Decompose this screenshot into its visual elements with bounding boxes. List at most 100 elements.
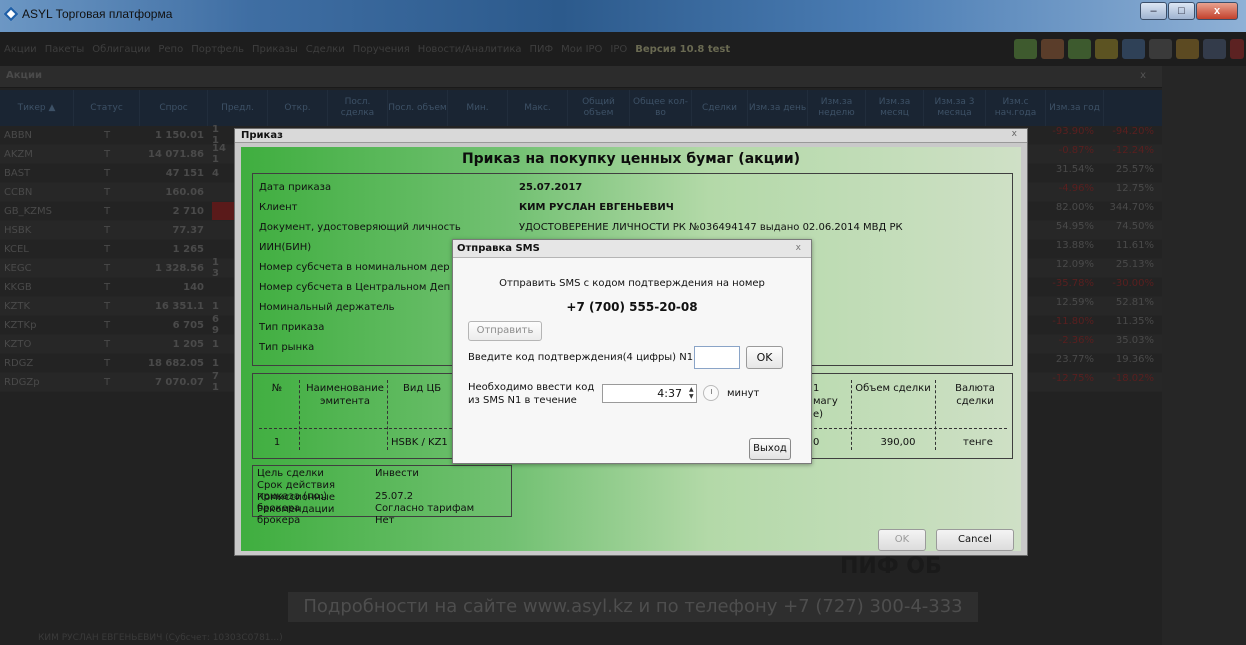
order-field-value: КИМ РУСЛАН ЕВГЕНЬЕВИЧ xyxy=(519,202,674,213)
exit-button[interactable]: Выход xyxy=(749,438,791,460)
bid-cell: 1 150.01 xyxy=(154,129,204,141)
change-year-cell: -94.20% xyxy=(1112,126,1154,137)
column-header[interactable]: Общее кол-во xyxy=(630,90,692,126)
ticker-cell: HSBK xyxy=(4,224,32,236)
column-header[interactable]: Посл. объем xyxy=(388,90,448,126)
tools-icon[interactable] xyxy=(1149,39,1172,59)
order-dialog-title: Приказ xyxy=(241,130,283,141)
grid-divider xyxy=(299,380,300,450)
help-icon[interactable] xyxy=(1203,39,1226,59)
column-header[interactable]: Предл. xyxy=(208,90,268,126)
menu-item[interactable]: Репо xyxy=(158,44,183,55)
ticker-cell: KKGB xyxy=(4,281,32,293)
menu-item[interactable]: Портфель xyxy=(191,44,244,55)
ask-cell xyxy=(208,240,232,258)
change-year-cell: 11.61% xyxy=(1115,240,1154,251)
status-cell: T xyxy=(103,224,111,236)
minimize-button[interactable]: – xyxy=(1140,2,1167,20)
right-panel xyxy=(1162,66,1246,645)
grid-divider xyxy=(935,380,936,450)
lock-icon[interactable] xyxy=(1176,39,1199,59)
menu-item[interactable]: Новости/Аналитика xyxy=(418,44,522,55)
column-header[interactable]: Откр. xyxy=(268,90,328,126)
order-extra-box: Цель сделки Инвести Срок действия приказа … xyxy=(252,465,512,526)
column-header[interactable]: Посл. сделка xyxy=(328,90,388,126)
column-header[interactable]: Мин. xyxy=(448,90,508,126)
timer-field[interactable]: 4:37 xyxy=(602,384,697,403)
column-header[interactable]: Спрос xyxy=(140,90,208,126)
grid-header-volume: Объем сделки xyxy=(855,383,931,394)
menu-item[interactable]: IPO xyxy=(610,44,627,55)
ticker-cell: KZTK xyxy=(4,300,31,312)
section-close-icon[interactable]: x xyxy=(1140,70,1146,81)
change-year-cell: 52.81% xyxy=(1115,297,1154,308)
sms-dialog: Отправка SMS x Отправить SMS с кодом под… xyxy=(452,239,812,464)
ask-cell: 14 1 xyxy=(212,143,226,165)
column-header[interactable]: Изм.за неделю xyxy=(808,90,866,126)
menu-item[interactable]: Мои IPO xyxy=(561,44,602,55)
send-sms-button[interactable]: Отправить xyxy=(468,321,542,341)
column-header[interactable]: Изм.за день xyxy=(748,90,808,126)
menu-item[interactable]: Пакеты xyxy=(45,44,85,55)
status-cell: T xyxy=(103,300,111,312)
order-field-label: Клиент xyxy=(259,202,298,213)
table-header: Тикер ▲ Статус Спрос Предл. Откр. Посл. сделк… xyxy=(0,90,1162,126)
order-extra-label: Цель сделки xyxy=(257,468,324,479)
order-ok-button[interactable]: OK xyxy=(878,529,926,551)
report-icon[interactable] xyxy=(1041,39,1064,59)
change-year-cell: -18.02% xyxy=(1112,373,1154,384)
column-header[interactable]: Тикер ▲ xyxy=(0,90,74,126)
ask-cell: 7 1 xyxy=(212,371,219,393)
column-header[interactable]: Макс. xyxy=(508,90,568,126)
column-header[interactable]: Изм.за 3 месяца xyxy=(924,90,986,126)
order-cancel-button[interactable]: Cancel xyxy=(936,529,1014,551)
ticker-cell: RDGZp xyxy=(4,376,40,388)
change-ytd-cell: -2.36% xyxy=(1058,335,1094,346)
timer-label-line-2: из SMS N1 в течение xyxy=(468,395,577,406)
status-cell: T xyxy=(103,148,111,160)
column-header[interactable]: Статус xyxy=(74,90,140,126)
refresh-icon[interactable] xyxy=(1068,39,1091,59)
confirmation-code-input[interactable] xyxy=(694,346,740,369)
menu-item[interactable]: Акции xyxy=(4,44,37,55)
grid-header-issuer: Наименование эмитента xyxy=(306,383,384,407)
menu-item[interactable]: Приказы xyxy=(252,44,298,55)
grid-cell-currency: тенге xyxy=(963,437,993,448)
ticker-cell: KZTO xyxy=(4,338,32,350)
power-icon[interactable] xyxy=(1230,39,1244,59)
column-header[interactable]: Сделки xyxy=(692,90,748,126)
toolbar xyxy=(1014,39,1244,59)
ticker-cell: KEGC xyxy=(4,262,32,274)
window-controls: – □ x xyxy=(1140,2,1238,20)
ticker-cell: GB_KZMS xyxy=(4,205,52,217)
timer-spinner-icon[interactable]: ▲ ▼ xyxy=(689,386,694,400)
column-header[interactable]: Изм.за год xyxy=(1046,90,1104,126)
order-close-icon[interactable]: x xyxy=(1012,129,1017,139)
column-header[interactable]: Общий объем xyxy=(568,90,630,126)
window-layout-icon[interactable] xyxy=(1122,39,1145,59)
menu-item[interactable]: ПИФ xyxy=(530,44,554,55)
grid-cell-volume: 390,00 xyxy=(880,437,916,448)
change-year-cell: -30.00% xyxy=(1112,278,1154,289)
sms-close-icon[interactable]: x xyxy=(796,243,801,253)
order-field-label: Дата приказа xyxy=(259,182,332,193)
column-header[interactable]: Изм.с нач.года xyxy=(986,90,1046,126)
order-field-value: 25.07.2017 xyxy=(519,182,583,193)
folder-icon[interactable] xyxy=(1095,39,1118,59)
chart-icon[interactable] xyxy=(1014,39,1037,59)
ticker-cell: KZTKp xyxy=(4,319,37,331)
ask-cell: 1 xyxy=(212,300,219,312)
maximize-button[interactable]: □ xyxy=(1168,2,1195,20)
menu-item[interactable]: Сделки xyxy=(306,44,345,55)
sms-dialog-header: Отправка SMS x xyxy=(453,240,811,258)
menu-item[interactable]: Поручения xyxy=(353,44,410,55)
change-ytd-cell: 13.88% xyxy=(1055,240,1094,251)
confirm-code-button[interactable]: OK xyxy=(746,346,783,369)
order-field-row: Дата приказа 25.07.2017 xyxy=(259,182,582,193)
column-header[interactable]: Изм.за месяц xyxy=(866,90,924,126)
bid-cell: 77.37 xyxy=(172,224,204,236)
change-year-cell: 35.03% xyxy=(1115,335,1154,346)
menu-item[interactable]: Облигации xyxy=(92,44,150,55)
change-ytd-cell: 12.09% xyxy=(1055,259,1094,270)
close-window-button[interactable]: x xyxy=(1196,2,1238,20)
